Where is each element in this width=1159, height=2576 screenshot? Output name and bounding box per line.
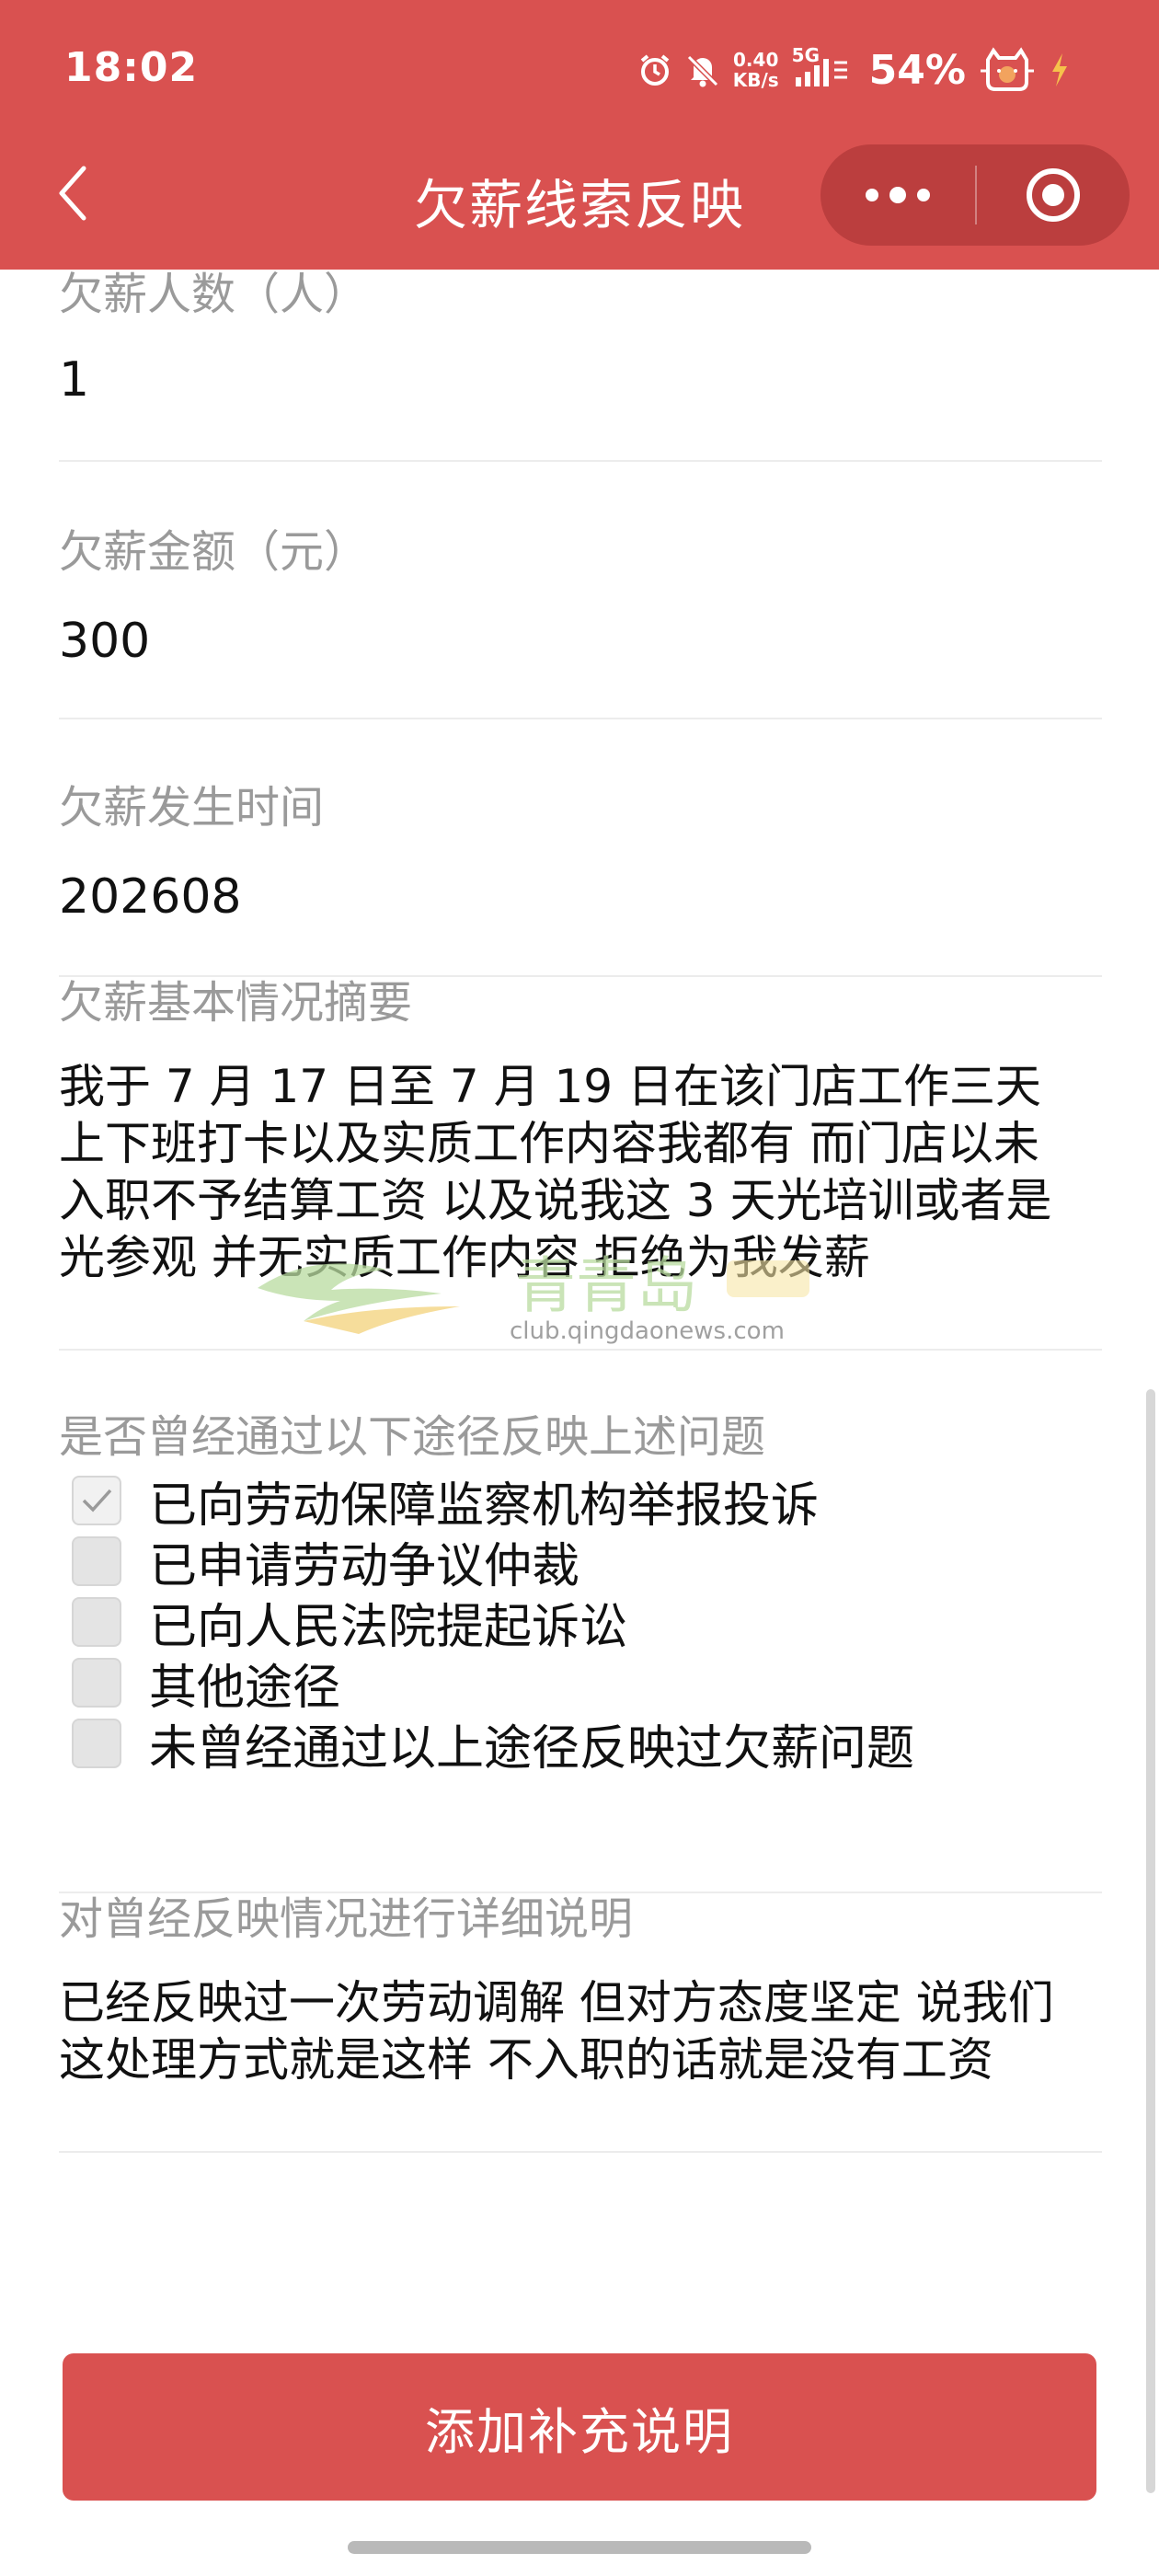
network-speed: 0.40 KB/s — [733, 50, 779, 90]
summary-line: 我于 7 月 17 日至 7 月 19 日在该门店工作三天 — [59, 1060, 1042, 1113]
channels-checklist: 已向劳动保障监察机构举报投诉 已申请劳动争议仲裁 已向人民法院提起诉讼 其他途径… — [72, 1470, 1084, 1777]
checkbox[interactable] — [72, 1597, 121, 1647]
speed-unit: KB/s — [732, 69, 779, 91]
channel-option[interactable]: 已申请劳动争议仲裁 — [72, 1531, 1084, 1594]
scrollbar[interactable] — [1146, 1389, 1155, 2493]
channel-option[interactable]: 已向劳动保障监察机构举报投诉 — [72, 1470, 1084, 1534]
channel-option-label: 已向劳动保障监察机构举报投诉 — [149, 1478, 820, 1534]
more-dots-icon — [866, 189, 878, 201]
watermark-url: club.qingdaonews.com — [510, 1317, 785, 1345]
checkbox[interactable] — [72, 1658, 121, 1708]
divider — [59, 1349, 1102, 1351]
detail-text: 已经反映过一次劳动调解 但对方态度坚定 说我们 这处理方式就是这样 不入职的话就… — [59, 1974, 1102, 2088]
detail-label: 对曾经反映情况进行详细说明 — [59, 1893, 634, 1945]
network-type: 5G — [791, 44, 820, 66]
more-dot-center — [889, 187, 906, 203]
channel-option[interactable]: 未曾经通过以上途径反映过欠薪问题 — [72, 1713, 1084, 1777]
close-miniprogram-button[interactable] — [977, 144, 1130, 246]
checkbox[interactable] — [72, 1536, 121, 1586]
target-circle-icon — [1027, 168, 1080, 222]
status-time: 18:02 — [64, 44, 199, 91]
summary-label: 欠薪基本情况摘要 — [59, 977, 413, 1029]
status-icons: 0.40 KB/s 5G 54% — [637, 40, 1071, 99]
checkbox-checked[interactable] — [72, 1476, 121, 1525]
amount-value: 300 — [59, 614, 151, 669]
amount-field: 欠薪金额（元） 300 — [59, 526, 1102, 669]
miniprogram-capsule — [820, 144, 1130, 246]
add-supplement-button[interactable]: 添加补充说明 — [63, 2353, 1096, 2501]
channel-option-label: 其他途径 — [149, 1660, 341, 1716]
divider — [59, 460, 1102, 462]
channel-option[interactable]: 已向人民法院提起诉讼 — [72, 1592, 1084, 1655]
divider — [59, 718, 1102, 719]
detail-field: 对曾经反映情况进行详细说明 — [59, 1893, 1102, 1945]
channel-option[interactable]: 其他途径 — [72, 1652, 1084, 1716]
checkbox[interactable] — [72, 1719, 121, 1768]
mute-icon — [685, 52, 720, 88]
more-button[interactable] — [820, 144, 975, 246]
time-field: 欠薪发生时间 202608 — [59, 782, 1102, 925]
home-indicator[interactable] — [348, 2541, 811, 2554]
amount-label: 欠薪金额（元） — [59, 526, 369, 578]
channel-option-label: 已申请劳动争议仲裁 — [149, 1538, 580, 1594]
more-dot-right — [917, 189, 930, 201]
detail-line: 这处理方式就是这样 不入职的话就是没有工资 — [59, 2033, 993, 2087]
workers-field: 欠薪人数（人） 1 — [59, 269, 1102, 408]
summary-text: 我于 7 月 17 日至 7 月 19 日在该门店工作三天 上下班打卡以及实质工… — [59, 1058, 1102, 1286]
channels-field: 是否曾经通过以下途径反映上述问题 — [59, 1411, 1102, 1463]
alarm-icon — [637, 52, 672, 87]
signal-icon: 5G — [792, 44, 853, 90]
app-header: 18:02 0.40 KB/s 5G 54% 欠薪线索反映 — [0, 0, 1159, 270]
battery-percent: 54% — [868, 46, 966, 94]
detail-line: 已经反映过一次劳动调解 但对方态度坚定 说我们 — [59, 1976, 1054, 2030]
speed-value: 0.40 — [733, 49, 779, 71]
divider — [59, 2151, 1102, 2153]
summary-line: 光参观 并无实质工作内容 拒绝为我发薪 — [59, 1231, 870, 1284]
time-value: 202608 — [59, 869, 242, 925]
channel-option-label: 未曾经通过以上途径反映过欠薪问题 — [149, 1720, 915, 1777]
workers-value: 1 — [59, 352, 90, 408]
summary-line: 上下班打卡以及实质工作内容我都有 而门店以未 — [59, 1117, 1039, 1170]
charging-icon — [1049, 52, 1071, 88]
checkmark-icon — [82, 1489, 112, 1512]
cat-battery-icon — [979, 47, 1036, 93]
channel-option-label: 已向人民法院提起诉讼 — [149, 1599, 628, 1655]
summary-line: 入职不予结算工资 以及说我这 3 天光培训或者是 — [59, 1174, 1052, 1227]
time-label: 欠薪发生时间 — [59, 782, 325, 834]
summary-field: 欠薪基本情况摘要 — [59, 977, 1102, 1029]
workers-label: 欠薪人数（人） — [59, 269, 369, 320]
channels-label: 是否曾经通过以下途径反映上述问题 — [59, 1411, 766, 1463]
